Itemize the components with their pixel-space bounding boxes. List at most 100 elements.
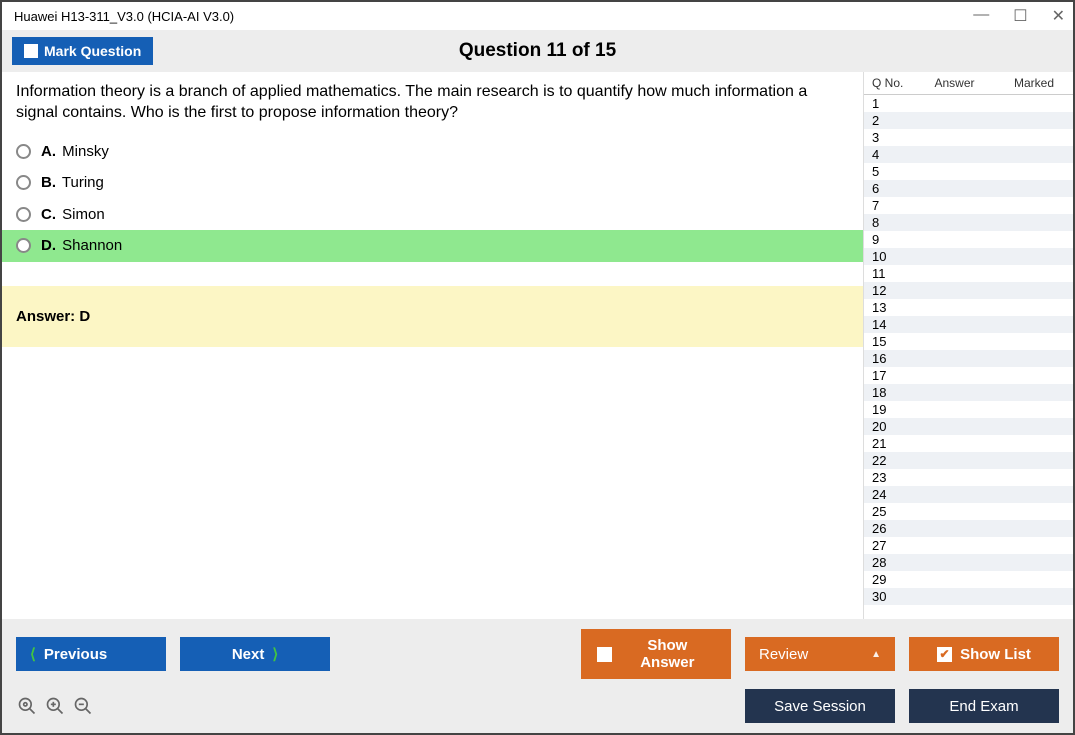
content: Information theory is a branch of applie… (2, 72, 1073, 619)
question-list-row[interactable]: 2 (864, 112, 1073, 129)
question-list-row[interactable]: 21 (864, 435, 1073, 452)
row-qno: 10 (868, 249, 910, 264)
question-list-row[interactable]: 30 (864, 588, 1073, 605)
row-qno: 18 (868, 385, 910, 400)
row-qno: 4 (868, 147, 910, 162)
question-list-row[interactable]: 23 (864, 469, 1073, 486)
show-answer-label: Show Answer (620, 637, 715, 671)
chevron-left-icon: ⟨ (30, 645, 36, 663)
question-list-header: Q No. Answer Marked (864, 72, 1073, 95)
header: Mark Question Question 11 of 15 (2, 30, 1073, 72)
row-qno: 22 (868, 453, 910, 468)
row-qno: 20 (868, 419, 910, 434)
question-list-row[interactable]: 4 (864, 146, 1073, 163)
question-list-row[interactable]: 29 (864, 571, 1073, 588)
mark-question-label: Mark Question (44, 43, 141, 59)
header-marked: Marked (999, 76, 1069, 90)
header-answer: Answer (910, 76, 999, 90)
row-qno: 12 (868, 283, 910, 298)
window-title: Huawei H13-311_V3.0 (HCIA-AI V3.0) (10, 9, 234, 24)
row-qno: 5 (868, 164, 910, 179)
choice-label: A. Minsky (41, 142, 109, 162)
question-list-row[interactable]: 3 (864, 129, 1073, 146)
question-text: Information theory is a branch of applie… (2, 82, 863, 136)
question-list-row[interactable]: 19 (864, 401, 1073, 418)
question-list-row[interactable]: 25 (864, 503, 1073, 520)
row-qno: 27 (868, 538, 910, 553)
show-list-button[interactable]: ✔ Show List (909, 637, 1059, 671)
row-qno: 8 (868, 215, 910, 230)
row-qno: 2 (868, 113, 910, 128)
row-qno: 28 (868, 555, 910, 570)
question-list-row[interactable]: 16 (864, 350, 1073, 367)
question-list-row[interactable]: 13 (864, 299, 1073, 316)
choice-list: A. Minsky B. TuringC. Simon D. Shannon (2, 136, 863, 262)
row-qno: 30 (868, 589, 910, 604)
row-qno: 9 (868, 232, 910, 247)
row-qno: 13 (868, 300, 910, 315)
previous-label: Previous (44, 646, 107, 663)
previous-button[interactable]: ⟨ Previous (16, 637, 166, 671)
row-qno: 17 (868, 368, 910, 383)
zoom-in-icon[interactable] (44, 695, 66, 717)
titlebar: Huawei H13-311_V3.0 (HCIA-AI V3.0) — ☐ ✕ (2, 2, 1073, 30)
question-list-row[interactable]: 24 (864, 486, 1073, 503)
close-icon[interactable]: ✕ (1052, 6, 1065, 26)
question-list-row[interactable]: 22 (864, 452, 1073, 469)
choice-label: D. Shannon (41, 236, 122, 256)
row-qno: 24 (868, 487, 910, 502)
end-exam-button[interactable]: End Exam (909, 689, 1059, 723)
choice-B[interactable]: B. Turing (2, 167, 863, 199)
save-session-button[interactable]: Save Session (745, 689, 895, 723)
footer: ⟨ Previous Next ⟩ Show Answer Review ▲ ✔… (2, 619, 1073, 733)
question-list-row[interactable]: 5 (864, 163, 1073, 180)
radio-icon (16, 144, 31, 159)
question-list[interactable]: 1234567891011121314151617181920212223242… (864, 95, 1073, 619)
zoom-out-icon[interactable] (72, 695, 94, 717)
question-list-row[interactable]: 28 (864, 554, 1073, 571)
radio-icon (16, 175, 31, 190)
next-button[interactable]: Next ⟩ (180, 637, 330, 671)
header-qno: Q No. (868, 76, 910, 90)
question-list-row[interactable]: 8 (864, 214, 1073, 231)
mark-question-button[interactable]: Mark Question (12, 37, 153, 65)
question-list-row[interactable]: 11 (864, 265, 1073, 282)
choice-C[interactable]: C. Simon (2, 199, 863, 231)
footer-row-2: Save Session End Exam (16, 689, 1059, 723)
zoom-reset-icon[interactable] (16, 695, 38, 717)
question-list-row[interactable]: 1 (864, 95, 1073, 112)
question-list-row[interactable]: 17 (864, 367, 1073, 384)
question-list-row[interactable]: 20 (864, 418, 1073, 435)
row-qno: 6 (868, 181, 910, 196)
end-exam-label: End Exam (949, 698, 1018, 715)
question-list-row[interactable]: 9 (864, 231, 1073, 248)
question-list-row[interactable]: 15 (864, 333, 1073, 350)
question-list-row[interactable]: 18 (864, 384, 1073, 401)
question-list-row[interactable]: 6 (864, 180, 1073, 197)
zoom-controls (16, 695, 94, 717)
row-qno: 19 (868, 402, 910, 417)
radio-icon (16, 207, 31, 222)
answer-label: Answer: D (16, 308, 90, 325)
chevron-right-icon: ⟩ (272, 645, 278, 663)
question-list-row[interactable]: 12 (864, 282, 1073, 299)
question-list-row[interactable]: 26 (864, 520, 1073, 537)
maximize-icon[interactable]: ☐ (1013, 6, 1027, 26)
dropdown-arrow-icon: ▲ (871, 649, 881, 660)
choice-D[interactable]: D. Shannon (2, 230, 863, 262)
checkbox-checked-icon: ✔ (937, 647, 952, 662)
checkbox-icon (597, 647, 612, 662)
show-answer-button[interactable]: Show Answer (581, 629, 731, 679)
minimize-icon[interactable]: — (973, 6, 989, 26)
choice-A[interactable]: A. Minsky (2, 136, 863, 168)
row-qno: 7 (868, 198, 910, 213)
review-button[interactable]: Review ▲ (745, 637, 895, 671)
row-qno: 23 (868, 470, 910, 485)
question-panel: Information theory is a branch of applie… (2, 72, 863, 619)
question-list-row[interactable]: 27 (864, 537, 1073, 554)
question-list-row[interactable]: 10 (864, 248, 1073, 265)
row-qno: 3 (868, 130, 910, 145)
show-list-label: Show List (960, 646, 1031, 663)
question-list-row[interactable]: 14 (864, 316, 1073, 333)
question-list-row[interactable]: 7 (864, 197, 1073, 214)
